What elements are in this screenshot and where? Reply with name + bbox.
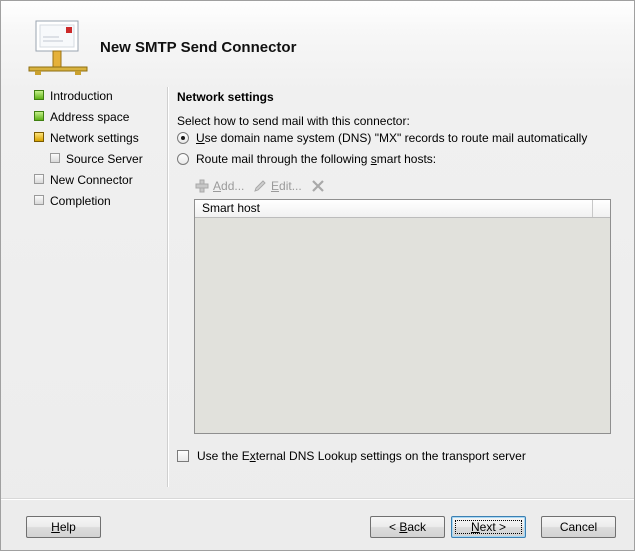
section-title: Network settings: [177, 90, 274, 104]
nav-step-label: Network settings: [50, 131, 139, 145]
step-pending-icon: [34, 195, 44, 205]
add-plus-icon: [195, 179, 209, 193]
step-completed-icon: [34, 111, 44, 121]
nav-step-label: Introduction: [50, 89, 113, 103]
column-header-smart-host[interactable]: Smart host: [195, 200, 593, 217]
next-button[interactable]: Next >: [451, 516, 526, 538]
radio-dns-mx-label: Use domain name system (DNS) "MX" record…: [196, 131, 588, 145]
nav-step-label: Address space: [50, 110, 130, 124]
step-current-icon: [34, 132, 44, 142]
nav-divider: [167, 87, 169, 487]
nav-step-label: New Connector: [50, 173, 133, 187]
help-button[interactable]: Help: [26, 516, 101, 538]
smart-host-list[interactable]: Smart host: [194, 199, 611, 434]
radio-smart-host-label: Route mail through the following smart h…: [196, 152, 437, 166]
edit-button-label: Edit...: [271, 179, 302, 193]
step-completed-icon: [34, 90, 44, 100]
instruction-text: Select how to send mail with this connec…: [177, 114, 410, 128]
wizard-title: New SMTP Send Connector: [100, 39, 297, 56]
nav-step-label: Source Server: [66, 152, 143, 166]
external-dns-checkbox[interactable]: [177, 450, 189, 462]
list-header: Smart host: [195, 200, 610, 218]
wizard-window: New SMTP Send Connector Introduction Add…: [0, 0, 635, 551]
edit-pencil-icon: [254, 180, 266, 192]
external-dns-label: Use the External DNS Lookup settings on …: [197, 449, 526, 463]
step-pending-icon: [50, 153, 60, 163]
nav-step-label: Completion: [50, 194, 111, 208]
column-header-filler: [593, 200, 610, 217]
radio-smart-host[interactable]: [177, 153, 189, 165]
add-button-label: Add...: [213, 179, 245, 193]
delete-x-icon: [312, 180, 324, 192]
smtp-connector-icon: [28, 20, 88, 75]
back-button[interactable]: < Back: [370, 516, 445, 538]
radio-dns-mx[interactable]: [177, 132, 189, 144]
footer-divider: [1, 498, 634, 500]
step-pending-icon: [34, 174, 44, 184]
cancel-button[interactable]: Cancel: [541, 516, 616, 538]
